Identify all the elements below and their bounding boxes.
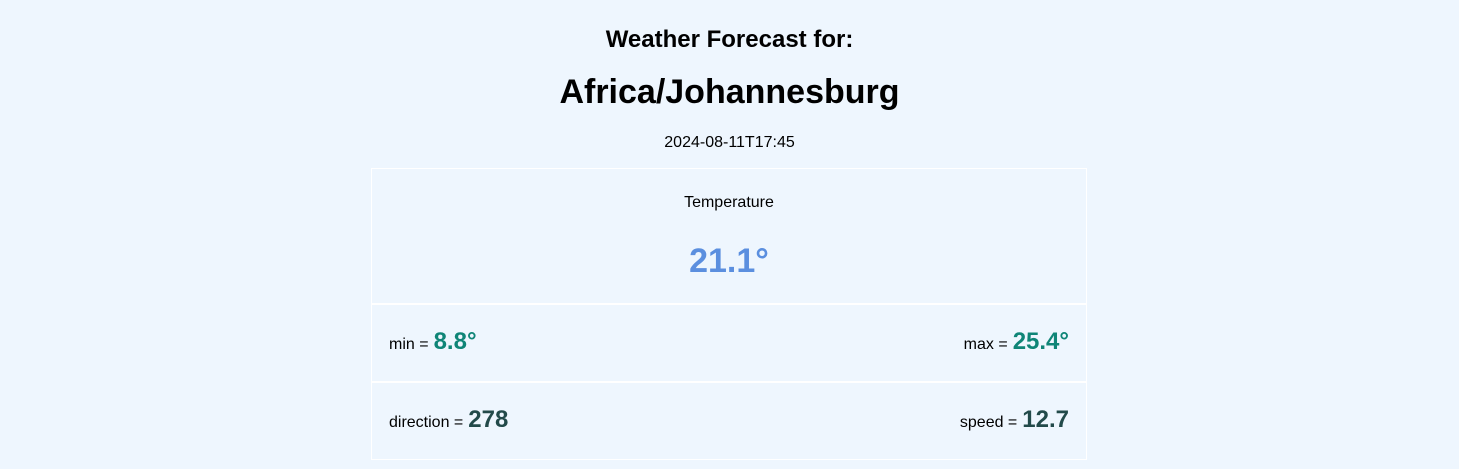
wind-row: direction = 278 speed = 12.7 — [372, 383, 1086, 459]
direction-label: direction = — [389, 414, 464, 431]
wind-direction: direction = 278 — [389, 383, 508, 459]
max-value: 25.4° — [1012, 328, 1069, 355]
min-label: min = — [389, 336, 429, 353]
max-temperature: max = 25.4° — [964, 305, 1069, 381]
speed-value: 12.7 — [1022, 406, 1069, 433]
temperature-label: Temperature — [684, 194, 774, 211]
forecast-heading: Weather Forecast for: — [605, 26, 854, 53]
forecast-timestamp: 2024-08-11T17:45 — [664, 134, 795, 151]
city-title: Africa/Johannesburg — [559, 73, 900, 111]
current-temperature: 21.1° — [689, 242, 769, 280]
direction-value: 278 — [468, 406, 509, 433]
max-label: max = — [963, 336, 1008, 353]
wind-speed: speed = 12.7 — [960, 383, 1069, 459]
speed-label: speed = — [959, 414, 1018, 431]
temperature-row: Temperature 21.1° — [372, 169, 1086, 305]
min-temperature: min = 8.8° — [389, 305, 477, 381]
weather-card: Temperature 21.1° min = 8.8° max = 25.4°… — [371, 168, 1087, 460]
minmax-row: min = 8.8° max = 25.4° — [372, 305, 1086, 383]
min-value: 8.8° — [433, 328, 477, 355]
